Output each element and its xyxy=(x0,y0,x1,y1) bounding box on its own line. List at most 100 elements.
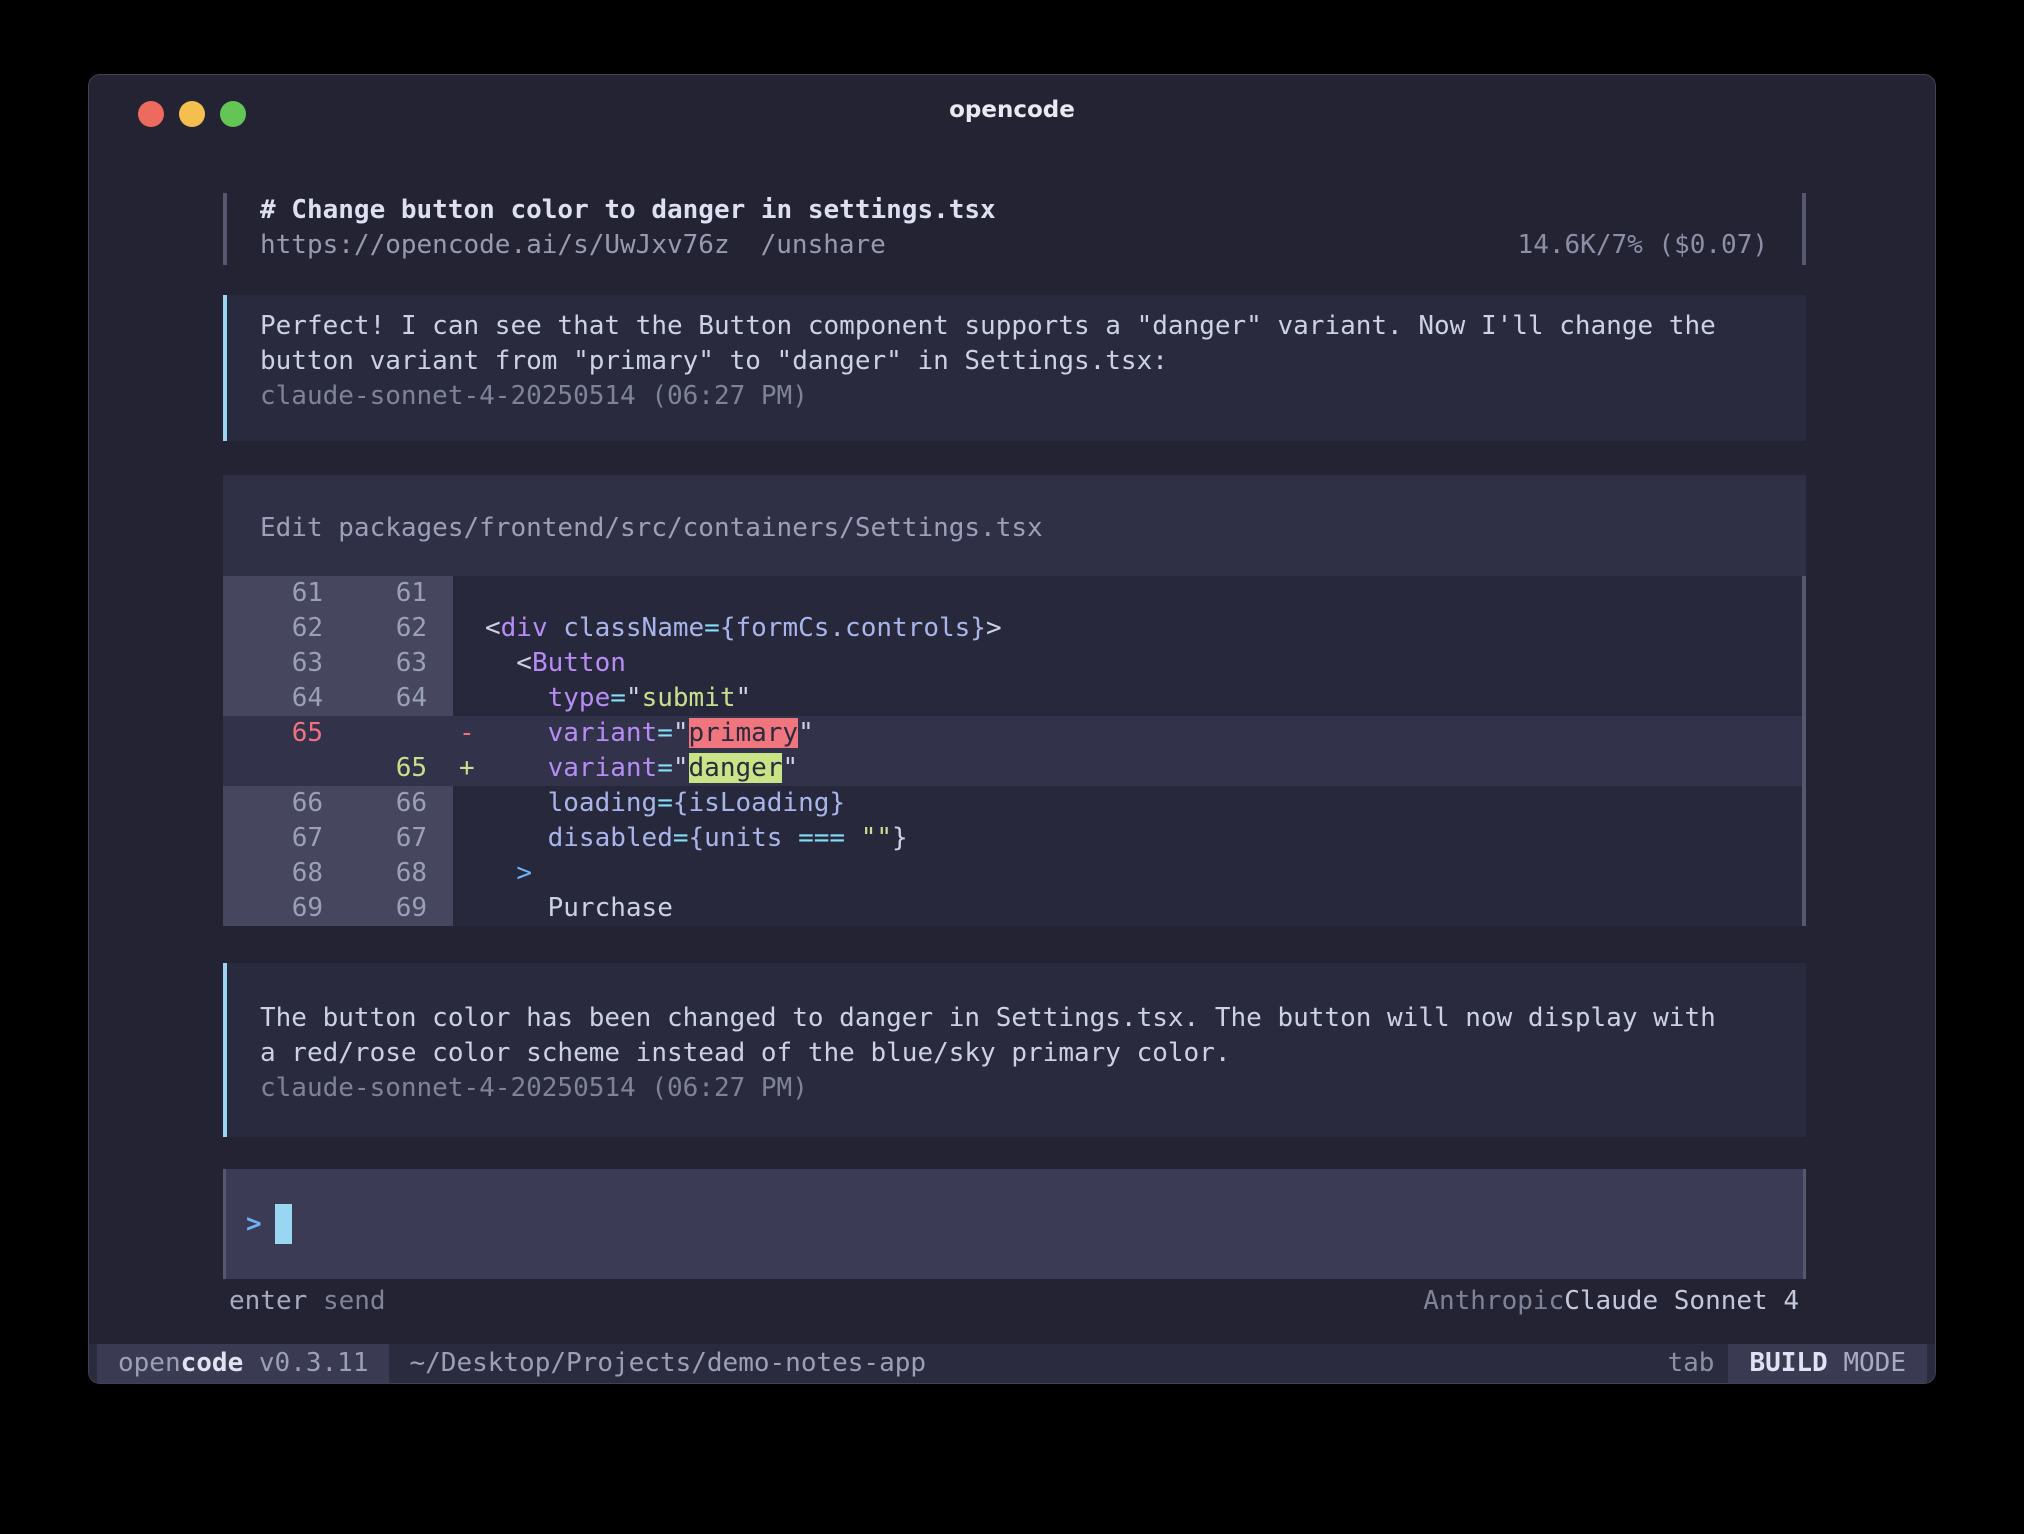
diff-marker: + xyxy=(453,751,485,786)
app-version: v0.3.11 xyxy=(243,1348,368,1378)
diff-code-line: loading={isLoading} xyxy=(485,786,1806,821)
diff-row: 6666 loading={isLoading} xyxy=(223,786,1806,821)
code-token: disabled xyxy=(548,823,673,853)
old-line-number: 67 xyxy=(223,821,323,856)
diff-code-line: variant="danger" xyxy=(485,751,1806,786)
app-version-segment: opencode v0.3.11 xyxy=(97,1344,389,1383)
diff-row: 6262<div className={formCs.controls}> xyxy=(223,611,1806,646)
old-line-number: 69 xyxy=(223,891,323,926)
code-token: {formCs.controls} xyxy=(720,613,986,643)
url-gap xyxy=(730,228,761,263)
code-token: = xyxy=(610,683,626,713)
code-token: loading xyxy=(548,788,658,818)
diff-code-line: type="submit" xyxy=(485,681,1806,716)
old-line-number: 63 xyxy=(223,646,323,681)
diff-rows: 61616262<div className={formCs.controls}… xyxy=(223,576,1806,926)
mode-suffix: MODE xyxy=(1828,1348,1906,1378)
new-line-number: 61 xyxy=(323,576,427,611)
diff-row: 6969 Purchase xyxy=(223,891,1806,926)
diff-row: 6868 > xyxy=(223,856,1806,891)
diff-marker xyxy=(453,611,485,646)
code-token: danger xyxy=(689,753,783,783)
message-line: Perfect! I can see that the Button compo… xyxy=(260,309,1776,344)
code-token: Purchase xyxy=(548,893,673,923)
message-meta: claude-sonnet-4-20250514 (06:27 PM) xyxy=(260,379,1776,414)
code-token: submit xyxy=(642,683,736,713)
code-token: {isLoading} xyxy=(673,788,845,818)
tab-key-hint[interactable]: tab xyxy=(1667,1344,1714,1383)
gutter-spacer xyxy=(427,751,453,786)
text-cursor xyxy=(275,1204,292,1244)
gutter-spacer xyxy=(427,611,453,646)
prompt-symbol: > xyxy=(246,1204,262,1244)
assistant-message-2: The button color has been changed to dan… xyxy=(223,963,1806,1137)
diff-marker xyxy=(453,891,485,926)
gutter-spacer xyxy=(427,716,453,751)
new-line-number: 67 xyxy=(323,821,427,856)
unshare-command[interactable]: /unshare xyxy=(761,228,886,263)
code-token: = xyxy=(657,788,673,818)
gutter-spacer xyxy=(427,681,453,716)
session-subline: https://opencode.ai/s/UwJxv76z /unshare … xyxy=(223,228,1806,263)
old-line-number: 66 xyxy=(223,786,323,821)
diff-code-line: variant="primary" xyxy=(485,716,1806,751)
code-token: " xyxy=(626,683,642,713)
edit-file-path: Edit packages/frontend/src/containers/Se… xyxy=(223,511,1806,546)
code-token: } xyxy=(892,823,908,853)
code-token: = xyxy=(657,753,673,783)
new-line-number: 62 xyxy=(323,611,427,646)
code-token: < xyxy=(485,648,532,678)
edit-tool-block: Edit packages/frontend/src/containers/Se… xyxy=(223,475,1806,926)
share-url[interactable]: https://opencode.ai/s/UwJxv76z xyxy=(260,228,730,263)
code-token xyxy=(485,823,548,853)
code-token: " xyxy=(673,718,689,748)
diff-row: 65- variant="primary" xyxy=(223,716,1806,751)
diff-row: 65+ variant="danger" xyxy=(223,751,1806,786)
diff-marker xyxy=(453,821,485,856)
prompt-input[interactable]: > xyxy=(223,1169,1806,1279)
code-token: = xyxy=(704,613,720,643)
gutter-spacer xyxy=(427,856,453,891)
code-token: type xyxy=(548,683,611,713)
code-token: " xyxy=(798,718,814,748)
new-line-number: 66 xyxy=(323,786,427,821)
code-token xyxy=(782,823,798,853)
old-line-number: 61 xyxy=(223,576,323,611)
working-directory: ~/Desktop/Projects/demo-notes-app xyxy=(409,1344,926,1383)
model-provider: Anthropic xyxy=(1423,1284,1564,1319)
titlebar: opencode xyxy=(89,75,1935,145)
new-line-number: 63 xyxy=(323,646,427,681)
message-line: button variant from "primary" to "danger… xyxy=(260,344,1776,379)
code-token: Button xyxy=(532,648,626,678)
token-usage: 14.6K/7% ($0.07) xyxy=(1518,228,1768,263)
old-line-number: 64 xyxy=(223,681,323,716)
code-token: className xyxy=(563,613,704,643)
code-token: " xyxy=(673,753,689,783)
diff-code-line xyxy=(485,576,1806,611)
send-action-label: send xyxy=(323,1284,386,1319)
diff-row: 6161 xyxy=(223,576,1806,611)
new-line-number: 68 xyxy=(323,856,427,891)
new-line-number: 64 xyxy=(323,681,427,716)
mode-name: BUILD xyxy=(1749,1348,1827,1378)
code-token: variant xyxy=(548,718,658,748)
code-token: " xyxy=(735,683,751,713)
code-token: === xyxy=(798,823,845,853)
session-title: # Change button color to danger in setti… xyxy=(223,193,1806,228)
app-name-prefix: open xyxy=(118,1348,181,1378)
code-token: = xyxy=(657,718,673,748)
code-token: "" xyxy=(861,823,892,853)
code-token: div xyxy=(501,613,548,643)
mode-segment: BUILD MODE xyxy=(1728,1344,1927,1383)
code-token: {units xyxy=(689,823,783,853)
diff-scrollbar[interactable] xyxy=(1802,576,1806,926)
code-token xyxy=(485,753,548,783)
code-token xyxy=(845,823,861,853)
diff-marker: - xyxy=(453,716,485,751)
code-token xyxy=(485,718,548,748)
message-line: a red/rose color scheme instead of the b… xyxy=(260,1036,1776,1071)
header-left-bar xyxy=(223,193,227,265)
gutter-spacer xyxy=(427,821,453,856)
enter-key-hint: enter xyxy=(229,1284,307,1319)
code-token xyxy=(485,858,516,888)
